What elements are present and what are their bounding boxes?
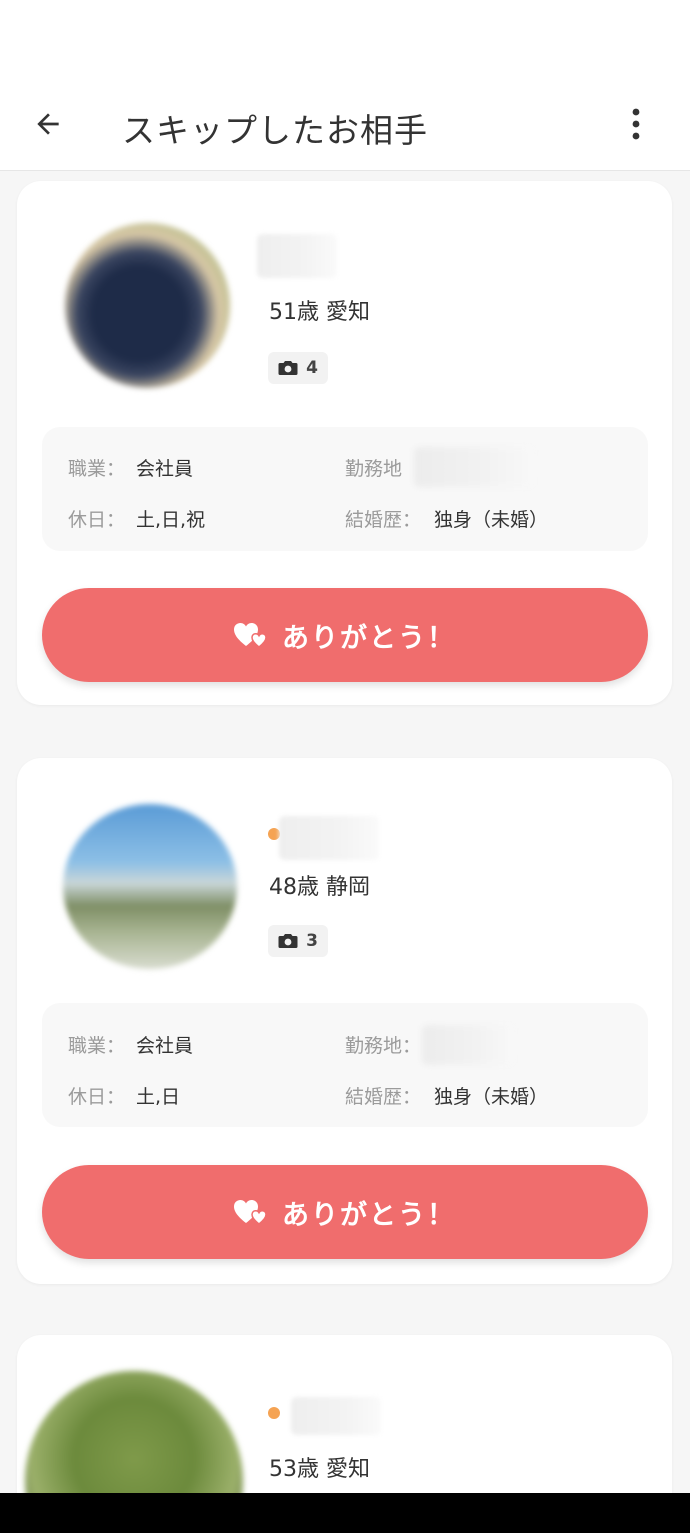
app-bar: スキップしたお相手 (0, 80, 690, 171)
occupation-value: 会社員 (136, 1035, 194, 1057)
profile-card[interactable]: 51歳 愛知 4 職業： 会社員 勤務地 休日： 土,日,祝 結婚歴： 独身（未… (17, 181, 672, 705)
status-bar (0, 0, 690, 80)
profile-avatar[interactable] (63, 804, 237, 969)
profile-card[interactable]: 53歳 愛知 (17, 1335, 672, 1493)
name-blurred (257, 234, 337, 278)
workplace-label: 勤務地 (345, 458, 403, 480)
back-button[interactable] (26, 102, 70, 146)
system-navigation-bar (0, 1493, 690, 1533)
page-title: スキップしたお相手 (122, 111, 428, 150)
workplace-blurred (422, 1025, 514, 1065)
photo-count-badge[interactable]: 4 (268, 352, 328, 384)
photo-count: 3 (306, 931, 318, 951)
thank-you-label: ありがとう！ (282, 1199, 456, 1231)
skipped-list[interactable]: 51歳 愛知 4 職業： 会社員 勤務地 休日： 土,日,祝 結婚歴： 独身（未… (0, 170, 690, 1493)
occupation-value: 会社員 (136, 458, 194, 480)
age-location: 53歳 愛知 (269, 1457, 370, 1482)
age-location: 51歳 愛知 (269, 300, 370, 325)
more-vertical-icon (632, 108, 640, 140)
age-location: 48歳 静岡 (269, 875, 370, 900)
profile-info-box: 職業： 会社員 勤務地： 休日： 土,日 結婚歴： 独身（未婚） (42, 1003, 648, 1127)
workplace-label: 勤務地： (345, 1035, 422, 1057)
more-options-button[interactable] (616, 102, 656, 146)
thank-you-label: ありがとう！ (282, 622, 456, 654)
profile-info-box: 職業： 会社員 勤務地 休日： 土,日,祝 結婚歴： 独身（未婚） (42, 427, 648, 551)
photo-count-badge[interactable]: 3 (268, 925, 328, 957)
hearts-icon (234, 623, 267, 648)
profile-avatar[interactable] (65, 223, 230, 388)
name-blurred (279, 816, 379, 860)
occupation-label: 職業： (68, 458, 126, 480)
workplace-blurred (414, 447, 534, 487)
occupation-label: 職業： (68, 1035, 126, 1057)
thank-you-button[interactable]: ありがとう！ (42, 588, 648, 682)
online-status-dot (268, 1407, 280, 1419)
camera-icon (278, 361, 298, 375)
marital-label: 結婚歴： (345, 509, 422, 531)
thank-you-button[interactable]: ありがとう！ (42, 1165, 648, 1259)
profile-card[interactable]: 48歳 静岡 3 職業： 会社員 勤務地： 休日： 土,日 結婚歴： 独身（未婚… (17, 758, 672, 1284)
photo-count: 4 (306, 358, 318, 378)
holiday-label: 休日： (68, 509, 126, 531)
profile-avatar[interactable] (25, 1371, 243, 1493)
marital-value: 独身（未婚） (434, 509, 549, 531)
holiday-value: 土,日 (136, 1086, 181, 1108)
camera-icon (278, 934, 298, 948)
arrow-left-icon (37, 113, 59, 135)
marital-label: 結婚歴： (345, 1086, 422, 1108)
holiday-value: 土,日,祝 (136, 509, 206, 531)
holiday-label: 休日： (68, 1086, 126, 1108)
hearts-icon (234, 1200, 267, 1225)
name-blurred (291, 1397, 381, 1435)
marital-value: 独身（未婚） (434, 1086, 549, 1108)
